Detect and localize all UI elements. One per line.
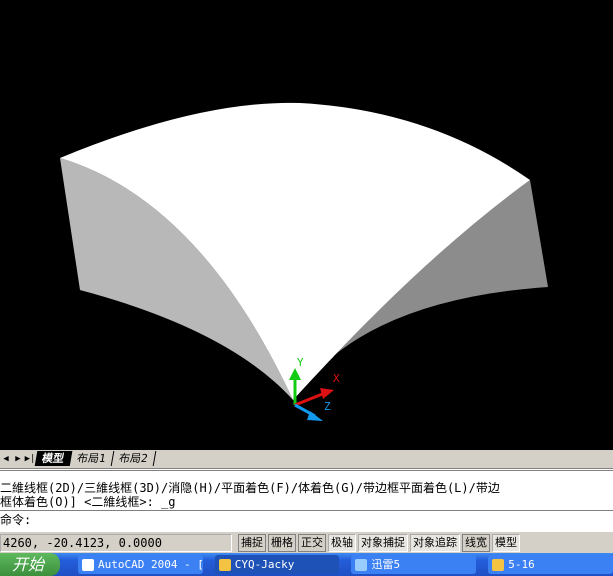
taskbar: 开始 AutoCAD 2004 - [... CYQ-Jacky 迅雷5 5-1… [0,553,613,576]
snap-toggle[interactable]: 捕捉 [238,533,266,552]
lineweight-toggle[interactable]: 线宽 [462,533,490,552]
ucs-y-label: Y [297,356,304,369]
command-line-1: 二維线框(2D)/三維线框(3D)/消隐(H)/平面着色(F)/体着色(G)/带… [0,481,500,495]
layout-tab-bar: ◀ ▶ ▶| 模型 布局1 布局2 [0,450,613,467]
tab-prev-icon[interactable]: ◀ [0,454,12,464]
ucs-x-label: X [333,372,340,385]
tab-last-icon[interactable]: ▶| [24,454,36,464]
tab-next-icon[interactable]: ▶ [12,454,24,464]
status-bar: 4260, -20.4123, 0.0000 捕捉 栅格 正交 极轴 对象捕捉 … [0,532,613,553]
start-button[interactable]: 开始 [0,553,60,576]
drawing-viewport[interactable]: Y X Z [0,0,613,450]
xunlei-icon [355,559,368,571]
taskbar-folder[interactable]: 5-16 [488,555,613,574]
taskbar-xunlei[interactable]: 迅雷5 [351,555,477,574]
taskbar-cyq-jacky[interactable]: CYQ-Jacky [214,555,340,574]
model-toggle[interactable]: 模型 [492,533,520,552]
tab-layout1[interactable]: 布局1 [69,451,114,466]
ucs-z-label: Z [324,400,331,413]
folder-icon [492,559,505,571]
tab-layout2[interactable]: 布局2 [111,451,156,466]
grid-toggle[interactable]: 栅格 [268,533,296,552]
command-input[interactable]: 命令: [0,510,613,529]
polar-toggle[interactable]: 极轴 [328,533,356,552]
autocad-icon [81,559,94,571]
folder-icon [218,559,231,571]
tab-model[interactable]: 模型 [34,451,73,466]
taskbar-autocad[interactable]: AutoCAD 2004 - [... [77,555,203,574]
otrack-toggle[interactable]: 对象追踪 [410,533,460,552]
osnap-toggle[interactable]: 对象捕捉 [358,533,408,552]
coordinates-readout: 4260, -20.4123, 0.0000 [0,533,232,552]
ortho-toggle[interactable]: 正交 [298,533,326,552]
command-line-2: 框体着色(O)] <二維线框>: _g [0,495,176,509]
